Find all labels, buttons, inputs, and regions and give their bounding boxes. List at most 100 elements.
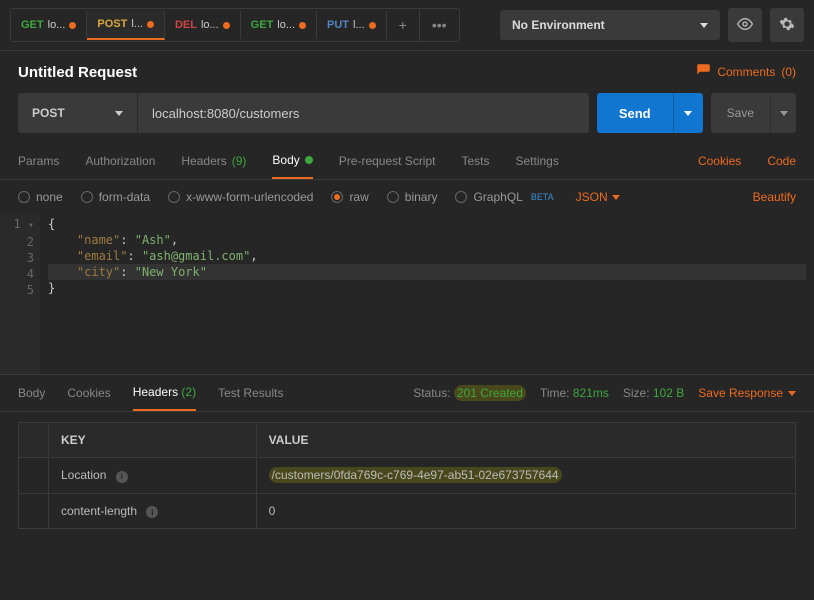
url-input[interactable] (138, 93, 589, 133)
unsaved-dot-icon (299, 22, 306, 29)
unsaved-dot-icon (69, 22, 76, 29)
comments-count: (0) (781, 65, 796, 79)
chevron-down-icon (612, 195, 620, 200)
tab-post[interactable]: POST l... (87, 10, 165, 40)
radio-binary[interactable]: binary (387, 190, 438, 204)
radio-label: x-www-form-urlencoded (186, 190, 313, 204)
tab-add-button[interactable]: + (387, 9, 420, 41)
method-label: POST (97, 18, 127, 30)
tab-put[interactable]: PUT l... (317, 11, 387, 39)
response-headers-table: KEY VALUE Location i /customers/0fda769c… (0, 412, 814, 539)
gear-icon (779, 16, 795, 35)
tab-headers[interactable]: Headers (9) (181, 154, 246, 178)
environment-label: No Environment (512, 18, 605, 32)
radio-icon (81, 191, 93, 203)
request-tabs: GET lo... POST l... DEL lo... GET lo... … (10, 8, 460, 42)
radio-xwww[interactable]: x-www-form-urlencoded (168, 190, 313, 204)
unsaved-dot-icon (223, 22, 230, 29)
method-label: GET (21, 19, 44, 31)
settings-button[interactable] (770, 8, 804, 42)
tab-tests[interactable]: Tests (461, 154, 489, 178)
tab-params[interactable]: Params (18, 154, 59, 178)
headers-count: (9) (232, 154, 247, 168)
tab-body[interactable]: Body (272, 153, 312, 179)
comments-button[interactable]: Comments (0) (696, 63, 796, 81)
send-button-group: Send (597, 93, 703, 133)
request-subtabs: Params Authorization Headers (9) Body Pr… (0, 133, 814, 180)
tab-text: l... (353, 19, 365, 31)
resp-tab-headers[interactable]: Headers (2) (133, 385, 196, 411)
tab-text: lo... (48, 19, 66, 31)
info-icon[interactable]: i (116, 471, 128, 483)
method-value: POST (32, 106, 65, 120)
tab-get-1[interactable]: GET lo... (11, 11, 87, 39)
resp-tab-cookies[interactable]: Cookies (67, 386, 110, 410)
resp-headers-count: (2) (181, 385, 196, 399)
resp-tab-testresults[interactable]: Test Results (218, 386, 283, 410)
chevron-down-icon (788, 391, 796, 396)
beautify-button[interactable]: Beautify (753, 190, 796, 204)
time-value: 821ms (573, 386, 609, 400)
send-dropdown-button[interactable] (673, 93, 703, 133)
tab-text: lo... (277, 19, 295, 31)
environment-quicklook-button[interactable] (728, 8, 762, 42)
tab-settings[interactable]: Settings (516, 154, 559, 178)
chevron-down-icon (780, 111, 788, 116)
body-editor[interactable]: 1 ▾ 2 3 4 5 { "name": "Ash", "email": "a… (0, 214, 814, 374)
radio-icon (387, 191, 399, 203)
editor-content[interactable]: { "name": "Ash", "email": "ash@gmail.com… (40, 214, 814, 374)
radio-label: binary (405, 190, 438, 204)
chevron-down-icon (115, 111, 123, 116)
size-value: 102 B (653, 386, 684, 400)
tab-text: l... (131, 18, 143, 30)
chevron-down-icon (684, 111, 692, 116)
header-key: content-length i (49, 493, 257, 529)
tab-text: lo... (201, 19, 219, 31)
cookies-link[interactable]: Cookies (698, 154, 741, 178)
header-value: 0 (256, 493, 795, 529)
save-response-button[interactable]: Save Response (698, 386, 796, 400)
radio-icon (455, 191, 467, 203)
header-value: /customers/0fda769c-c769-4e97-ab51-02e67… (256, 458, 795, 494)
radio-label: raw (349, 190, 368, 204)
tab-more-button[interactable]: ••• (420, 9, 459, 41)
table-row: content-length i 0 (19, 493, 796, 529)
radio-raw[interactable]: raw (331, 190, 368, 204)
header-key: Location i (49, 458, 257, 494)
body-label: Body (272, 153, 299, 167)
radio-icon (168, 191, 180, 203)
headers-label: Headers (181, 154, 226, 168)
radio-icon (18, 191, 30, 203)
code-link[interactable]: Code (767, 154, 796, 178)
environment-select[interactable]: No Environment (500, 10, 720, 40)
editor-gutter: 1 ▾ 2 3 4 5 (0, 214, 40, 374)
status-value: 201 Created (454, 385, 526, 401)
response-tabs: Body Cookies Headers (2) Test Results St… (0, 374, 814, 412)
tab-del[interactable]: DEL lo... (165, 11, 241, 39)
method-label: GET (251, 19, 274, 31)
radio-none[interactable]: none (18, 190, 63, 204)
unsaved-dot-icon (369, 22, 376, 29)
info-icon[interactable]: i (146, 506, 158, 518)
radio-graphql[interactable]: GraphQL BETA (455, 190, 553, 204)
send-button[interactable]: Send (597, 93, 673, 133)
radio-formdata[interactable]: form-data (81, 190, 150, 204)
save-button[interactable]: Save (711, 93, 770, 133)
beta-badge: BETA (531, 192, 554, 202)
resp-tab-body[interactable]: Body (18, 386, 45, 410)
radio-label: GraphQL (473, 190, 522, 204)
comment-icon (696, 63, 711, 81)
status-label: Status: (413, 386, 450, 400)
method-select[interactable]: POST (18, 93, 138, 133)
tab-authorization[interactable]: Authorization (85, 154, 155, 178)
key-header: KEY (49, 423, 257, 458)
save-button-group: Save (711, 93, 796, 133)
tab-prerequest[interactable]: Pre-request Script (339, 154, 436, 178)
tab-get-2[interactable]: GET lo... (241, 11, 317, 39)
top-bar: GET lo... POST l... DEL lo... GET lo... … (0, 0, 814, 51)
chevron-down-icon (700, 23, 708, 28)
save-dropdown-button[interactable] (770, 93, 796, 133)
radio-label: form-data (99, 190, 150, 204)
method-label: DEL (175, 19, 197, 31)
body-format-select[interactable]: JSON (576, 190, 620, 204)
